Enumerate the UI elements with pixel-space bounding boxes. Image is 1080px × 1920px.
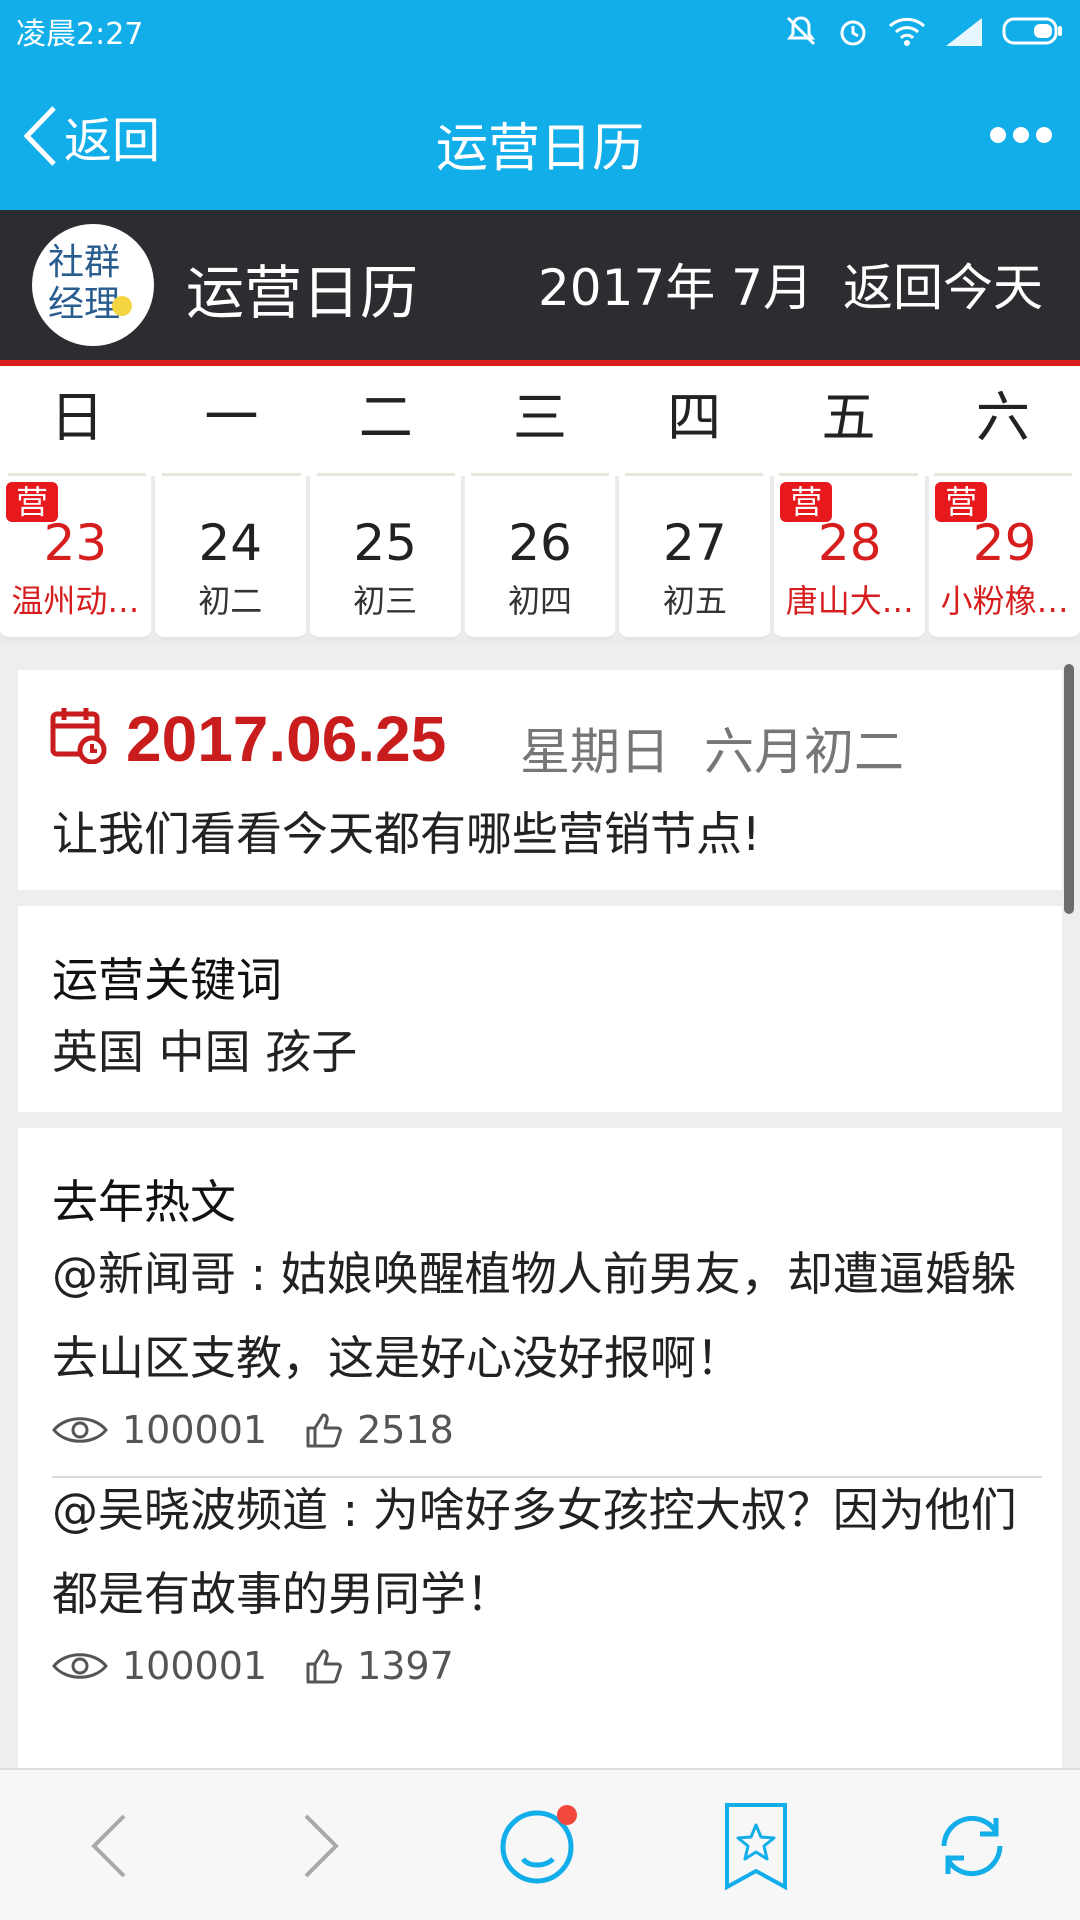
eye-icon [52, 1417, 108, 1443]
date-subtitle: 初五 [662, 582, 727, 620]
nav-forward-button[interactable] [272, 1796, 372, 1896]
article-text: @吴晓波频道 : 为啥好多女孩控大叔？因为他们都是有故事的男同学！ [52, 1483, 1017, 1621]
status-icons [784, 14, 1064, 48]
selected-weekday: 星期日 [520, 723, 670, 781]
date-subtitle: 温州动… [11, 582, 140, 620]
signal-icon [946, 18, 982, 46]
status-time: 凌晨2:27 [16, 17, 144, 52]
selected-date: 2017.06.25 [126, 703, 447, 775]
current-month: 2017年 7月 [538, 259, 813, 317]
nav-refresh-button[interactable] [922, 1796, 1022, 1896]
date-cell[interactable]: 营 23 温州动… [0, 476, 151, 640]
date-subtitle: 初二 [198, 582, 263, 620]
date-number: 28 [817, 514, 882, 572]
today-description: 让我们看看今天都有哪些营销节点! [52, 807, 761, 861]
chat-bubble-icon [500, 1805, 577, 1884]
date-cell[interactable]: 26 初四 [464, 476, 616, 640]
article-item[interactable]: @吴晓波频道 : 为啥好多女孩控大叔？因为他们都是有故事的男同学！ 100001… [52, 1468, 1042, 1688]
selected-lunar-date: 六月初二 [704, 723, 904, 781]
weekday-label: 二 [316, 366, 455, 476]
more-dots-icon [990, 127, 1052, 143]
svg-text:社群: 社群 [48, 242, 120, 283]
back-to-today-button[interactable]: 返回今天 [843, 248, 1043, 320]
like-count: 1397 [357, 1644, 454, 1688]
date-cell[interactable]: 营 29 小粉橡… [929, 476, 1080, 640]
thumbs-up-icon [306, 1413, 342, 1448]
hot-articles-title: 去年热文 [52, 1175, 236, 1229]
date-number: 26 [508, 514, 572, 572]
date-number: 27 [663, 514, 727, 572]
weekday-label: 四 [625, 366, 764, 476]
date-number: 29 [972, 514, 1037, 572]
title-bar: 返回 运营日历 [0, 62, 1080, 210]
app-logo: 社群 经理 [32, 224, 154, 346]
thumbs-up-icon [306, 1649, 342, 1684]
weekday-label: 日 [8, 366, 147, 476]
nav-bookmark-button[interactable] [706, 1796, 806, 1896]
alarm-icon [840, 20, 866, 46]
view-count: 100001 [122, 1408, 268, 1452]
keywords-title: 运营关键词 [52, 953, 282, 1007]
calendar-clock-icon [50, 708, 107, 764]
date-subtitle: 初四 [508, 582, 573, 620]
date-subtitle: 小粉橡… [940, 582, 1069, 620]
weekday-header: 日一二三四五六 [0, 366, 1080, 476]
hot-articles-card: 去年热文 @新闻哥 : 姑娘唤醒植物人前男友，却遭逼婚躲去山区支教，这是好心没好… [18, 1128, 1062, 1768]
date-subtitle: 唐山大… [785, 582, 914, 620]
weekday-label: 一 [162, 366, 301, 476]
eye-icon [52, 1653, 108, 1679]
keywords-list[interactable]: 英国 中国 孩子 [52, 1016, 357, 1082]
status-bar: 凌晨2:27 [0, 0, 1080, 62]
nav-back-button[interactable] [58, 1796, 158, 1896]
article-item[interactable]: @新闻哥 : 姑娘唤醒植物人前男友，却遭逼婚躲去山区支教，这是好心没好报啊！ 1… [52, 1232, 1042, 1452]
more-button[interactable] [954, 110, 1054, 160]
article-stats: 100001 2518 [52, 1408, 1042, 1452]
arrow-left-icon [91, 1814, 126, 1878]
weekday-label: 五 [779, 366, 918, 476]
date-number: 25 [353, 514, 417, 572]
brand-title: 运营日历 [186, 259, 419, 327]
date-subtitle: 初三 [353, 582, 418, 620]
article-text: @新闻哥 : 姑娘唤醒植物人前男友，却遭逼婚躲去山区支教，这是好心没好报啊！ [52, 1247, 1017, 1385]
refresh-icon [941, 1815, 1003, 1877]
article-stats: 100001 1397 [52, 1644, 1042, 1688]
date-cell[interactable]: 24 初二 [154, 476, 306, 640]
nav-messages-button[interactable] [490, 1796, 590, 1896]
svg-text:经理: 经理 [48, 284, 120, 325]
date-number: 23 [43, 514, 108, 572]
date-cell[interactable]: 25 初三 [309, 476, 461, 640]
like-count: 2518 [357, 1408, 454, 1452]
today-card: 2017.06.25 星期日 六月初二 让我们看看今天都有哪些营销节点! [18, 670, 1062, 890]
date-number: 24 [198, 514, 263, 572]
view-count: 100001 [122, 1644, 268, 1688]
browser-toolbar [0, 1768, 1080, 1920]
page-title: 运营日历 [435, 119, 644, 179]
weekday-label: 三 [470, 366, 610, 476]
calendar-header: 社群 经理 运营日历 2017年 7月 返回今天 [0, 210, 1080, 360]
scrollbar[interactable] [1064, 664, 1074, 914]
arrow-right-icon [304, 1814, 339, 1878]
mute-icon [786, 16, 816, 46]
date-cell[interactable]: 营 28 唐山大… [774, 476, 926, 640]
battery-icon [1002, 17, 1062, 45]
wifi-icon [888, 17, 926, 46]
bookmark-star-icon [725, 1803, 787, 1891]
keywords-card: 运营关键词 英国 中国 孩子 [18, 906, 1062, 1112]
date-row: 营 23 温州动… 24 初二 25 初三 26 初四 27 初五营 28 唐山大… 营 29 小粉橡… [0, 476, 1080, 646]
date-cell[interactable]: 27 初五 [619, 476, 771, 640]
weekday-label: 六 [933, 366, 1072, 476]
